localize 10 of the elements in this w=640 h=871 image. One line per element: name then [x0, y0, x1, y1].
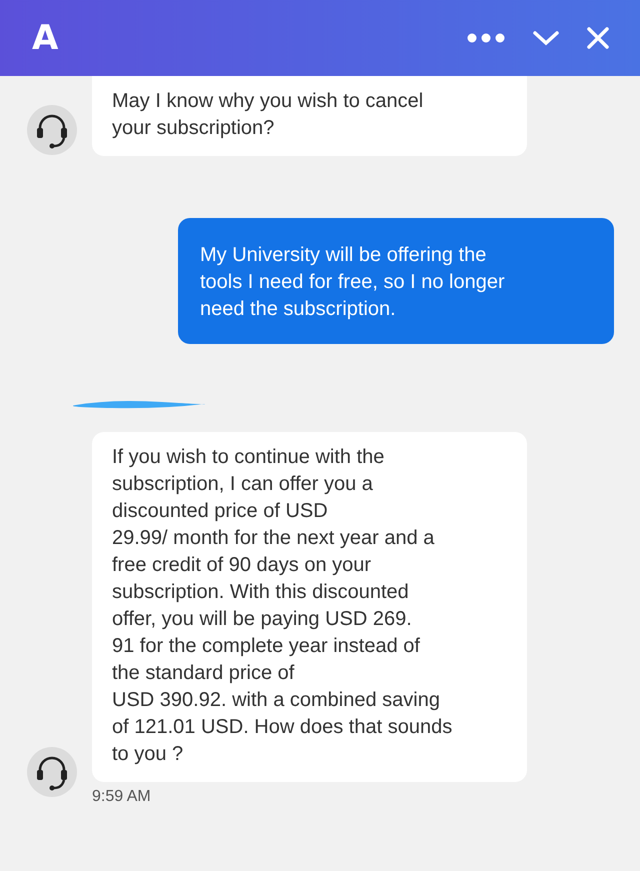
agent-message: If you wish to continue with the subscription, I can offer you a discounted price of USD 29.99/ month for the next year and a free credit of 90 days on your subscription. With this discounted offer, you will be paying USD 269. 91 for the complete year instead of the standard price of USD 390.92. with a combined saving of 121.01 USD. How does that sounds to you ?	[92, 432, 527, 782]
more-icon[interactable]	[466, 32, 506, 44]
app-logo: A	[32, 18, 58, 58]
agent-message: May I know why you wish to cancel your subscription?	[92, 76, 527, 156]
close-icon[interactable]	[586, 26, 610, 50]
support-agent-icon	[26, 746, 78, 798]
support-agent-icon	[26, 104, 78, 156]
user-message: My University will be offering the tools I need for free, so I no longer need the subscription.	[178, 218, 614, 344]
message-time: 9:59 AM	[92, 788, 152, 806]
collapse-icon[interactable]	[532, 29, 560, 47]
